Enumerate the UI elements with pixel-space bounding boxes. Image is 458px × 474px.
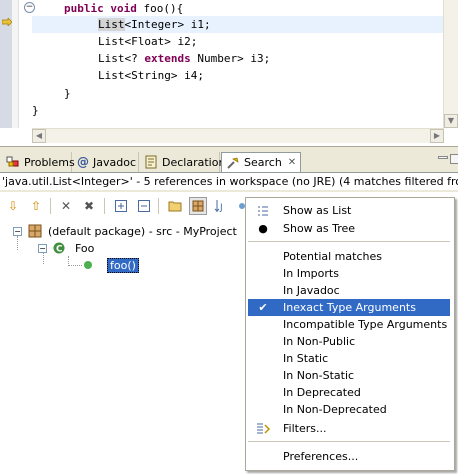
menu-inexact-type-arguments[interactable]: ✔ Inexact Type Arguments: [248, 299, 450, 316]
class-icon: C: [53, 242, 65, 255]
scroll-left-icon[interactable]: ◀: [32, 129, 46, 143]
menu-in-non-public[interactable]: In Non-Public: [248, 333, 450, 350]
editor-horizontal-scrollbar[interactable]: ◀ ▶: [32, 128, 444, 143]
group-by-package-icon[interactable]: [189, 197, 207, 215]
selected-method[interactable]: foo(): [107, 257, 139, 273]
remove-all-matches-icon[interactable]: ✖: [80, 197, 98, 215]
minimize-icon[interactable]: [438, 156, 448, 159]
menu-separator: [248, 441, 450, 442]
search-result-summary: 'java.util.List<Integer>' - 5 references…: [0, 173, 458, 190]
code-editor[interactable]: − public void foo(){ List<Integer> i1; L…: [0, 0, 458, 147]
code-line-7: }: [32, 104, 39, 117]
group-by-folder-icon[interactable]: [166, 197, 184, 215]
menu-in-non-deprecated[interactable]: In Non-Deprecated: [248, 401, 450, 418]
view-menu: Show as List ● Show as Tree Potential ma…: [245, 197, 455, 471]
tree-row-class[interactable]: − C Foo: [38, 240, 94, 256]
menu-show-as-tree[interactable]: ● Show as Tree: [248, 220, 450, 237]
menu-incompatible-type-arguments[interactable]: Incompatible Type Arguments: [248, 316, 450, 333]
menu-separator: [248, 241, 450, 242]
tab-javadoc[interactable]: @ Javadoc: [73, 152, 139, 172]
list-icon: [256, 202, 270, 219]
menu-show-as-list[interactable]: Show as List: [248, 202, 450, 219]
radio-selected-icon: ●: [258, 222, 268, 235]
code-line-3: List<Float> i2;: [98, 35, 198, 48]
next-match-icon[interactable]: ⇩: [4, 197, 22, 215]
editor-vertical-scrollbar[interactable]: ▼: [443, 0, 458, 128]
occurrence-marker-icon: [2, 18, 12, 26]
expand-all-icon[interactable]: [112, 197, 130, 215]
filter-icon: [256, 420, 271, 437]
problems-icon: [6, 155, 20, 169]
code-line-4: List<? extends Number> i3;: [98, 52, 271, 65]
code-line-1: public void foo(){: [64, 2, 184, 15]
declaration-icon: [144, 155, 158, 169]
code-line-6: }: [64, 87, 71, 100]
code-line-2: List<Integer> i1;: [98, 18, 211, 31]
menu-in-imports[interactable]: In Imports: [248, 265, 450, 282]
previous-match-icon[interactable]: ⇧: [27, 197, 45, 215]
tree-row-package[interactable]: − (default package) - src - MyProject: [13, 223, 237, 239]
scroll-right-icon[interactable]: ▶: [430, 129, 444, 143]
tree-row-method[interactable]: foo(): [84, 257, 139, 273]
close-icon[interactable]: ✕: [288, 157, 296, 168]
maximize-icon[interactable]: [450, 154, 458, 164]
javadoc-icon: @: [77, 155, 89, 169]
collapse-node-icon[interactable]: −: [38, 243, 47, 253]
method-icon: [84, 261, 92, 269]
current-line-highlight: [32, 16, 444, 33]
menu-preferences[interactable]: Preferences...: [248, 448, 450, 465]
remove-match-icon[interactable]: ✕: [57, 197, 75, 215]
view-tab-bar: Problems @ Javadoc Declaration Search ✕: [0, 150, 458, 173]
menu-in-static[interactable]: In Static: [248, 350, 450, 367]
group-by-file-icon[interactable]: J: [212, 197, 230, 215]
tab-problems[interactable]: Problems: [2, 152, 75, 172]
selected-text: List: [98, 18, 125, 31]
search-icon: [226, 156, 240, 170]
checkmark-icon: ✔: [258, 301, 268, 314]
menu-in-deprecated[interactable]: In Deprecated: [248, 384, 450, 401]
menu-in-javadoc[interactable]: In Javadoc: [248, 282, 450, 299]
menu-potential-matches[interactable]: Potential matches: [248, 248, 450, 265]
svg-text:C: C: [56, 245, 63, 255]
code-line-5: List<String> i4;: [98, 69, 204, 82]
package-icon: [28, 224, 42, 238]
menu-in-non-static[interactable]: In Non-Static: [248, 367, 450, 384]
menu-filters[interactable]: Filters...: [248, 420, 450, 437]
svg-text:J: J: [219, 203, 223, 213]
scroll-down-icon[interactable]: ▼: [444, 114, 458, 128]
tab-search[interactable]: Search ✕: [221, 152, 301, 172]
fold-collapse-icon[interactable]: −: [24, 2, 35, 13]
tab-declaration[interactable]: Declaration: [140, 152, 225, 172]
collapse-all-icon[interactable]: [135, 197, 153, 215]
collapse-node-icon[interactable]: −: [13, 226, 22, 236]
